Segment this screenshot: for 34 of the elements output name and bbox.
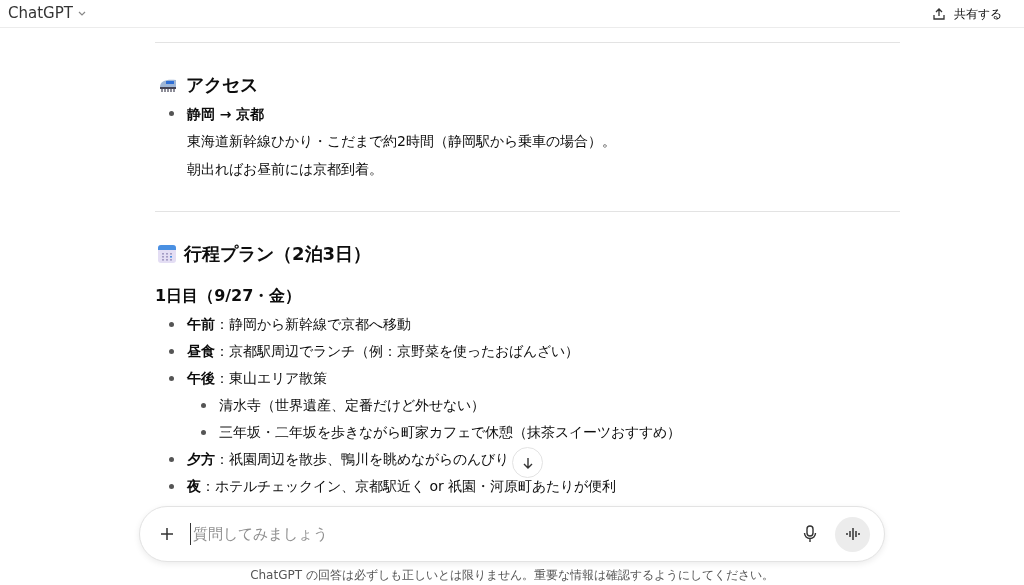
list-item-text: 三年坂・二年坂を歩きながら町家カフェで休憩（抹茶スイーツおすすめ） [219,423,681,440]
microphone-icon [803,525,817,543]
message-input[interactable]: 質問してみましょう [190,522,785,546]
bullet-icon [168,321,174,327]
voice-mode-button[interactable] [835,516,870,552]
plus-icon [159,526,175,542]
list-item-text: 午前：静岡から新幹線で京都へ移動 [187,315,411,332]
list-item-text: 清水寺（世界遺産、定番だけど外せない） [219,396,485,413]
list-item-text: 夕方：祇園周辺を散歩、鴨川を眺めながらのんびり [187,450,509,467]
list-item-text: 午後：東山エリア散策 [187,369,327,386]
bullet-icon [168,483,174,489]
item-title: 静岡 → 京都 [187,105,266,124]
list-item-text: 昼食：京都駅周辺でランチ（例：京野菜を使ったおばんざい） [187,342,579,359]
bullet-icon [168,348,174,354]
bullet-icon [200,402,206,408]
bullet-icon [168,111,174,116]
calendar-icon [158,245,176,263]
disclaimer-text: ChatGPT の回答は必ずしも正しいとは限りません。重要な情報は確認するようにしてください。 [250,568,774,582]
share-button[interactable]: 共有する [932,4,1002,23]
train-icon [158,77,178,93]
bullet-icon [168,456,174,462]
section-heading: 行程プラン（2泊3日） [184,242,372,266]
day-heading: 1日目（9/27・金） [155,285,303,307]
bullet-icon [200,429,206,435]
item-text: 朝出ればお昼前には京都到着。 [187,160,384,179]
waveform-icon [845,528,860,540]
list-item-text: 夜：ホテルチェックイン、京都駅近く or 祇園・河原町あたりが便利 [187,477,617,494]
message-composer[interactable]: 質問してみましょう [139,506,885,562]
share-icon [932,6,946,21]
item-text: 東海道新幹線ひかり・こだまで約2時間（静岡駅から乗車の場合）。 [187,132,616,151]
section-heading: アクセス [186,73,258,97]
scroll-down-button[interactable] [512,447,543,478]
model-selector[interactable]: ChatGPT [8,6,87,21]
bullet-icon [168,375,174,381]
